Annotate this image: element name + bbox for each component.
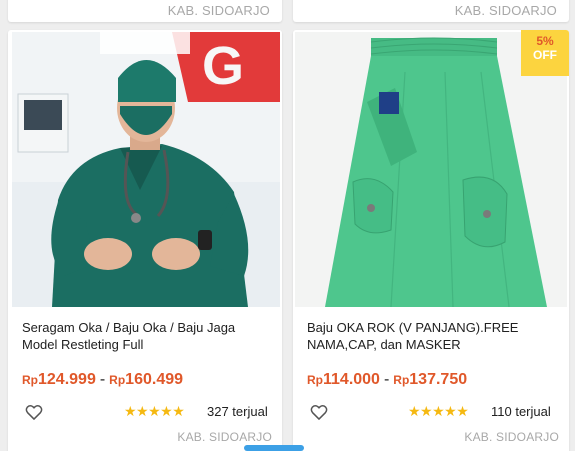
product-card-previous-left[interactable]: KAB. SIDOARJO [8,0,282,22]
location-label: KAB. SIDOARJO [177,430,272,444]
rating-stars: ★★★★★ [408,403,469,419]
product-card-seragam-oka[interactable]: G Seragam Oka / Baju Oka / Baju Jaga Mod… [8,30,282,451]
sold-count: 110 terjual [491,404,551,419]
product-card-previous-right[interactable]: KAB. SIDOARJO [293,0,569,22]
location-label: KAB. SIDOARJO [464,430,559,444]
rating-stars: ★★★★★ [124,403,185,419]
product-title[interactable]: Baju OKA ROK (V PANJANG).FREE NAMA,CAP, … [307,319,557,353]
location-label: KAB. SIDOARJO [454,3,557,18]
price-range: Rp124.999- Rp160.499 [22,371,184,388]
wishlist-heart-icon[interactable] [309,402,329,422]
wishlist-heart-icon[interactable] [24,402,44,422]
location-label: KAB. SIDOARJO [167,3,270,18]
product-card-baju-oka-rok[interactable]: 5% OFF Baju OKA ROK (V PANJANG).FREE NAM… [293,30,569,451]
product-image-scrubs[interactable]: G [12,32,280,307]
scroll-indicator [244,445,304,451]
sold-count: 327 terjual [207,404,268,419]
price-range: Rp114.000- Rp137.750 [307,371,468,388]
discount-badge: 5% OFF [521,30,569,76]
scrubs-model-photo: G [12,32,280,307]
product-title[interactable]: Seragam Oka / Baju Oka / Baju Jaga Model… [22,319,272,353]
svg-text:G: G [202,36,244,96]
